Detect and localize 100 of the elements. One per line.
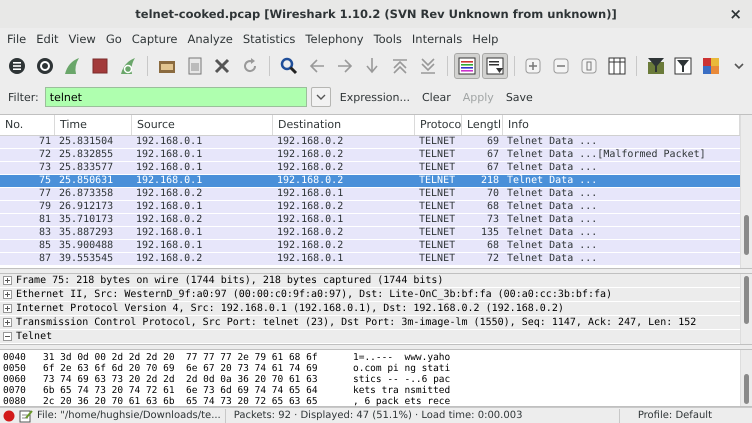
menu-item[interactable]: File: [2, 30, 32, 48]
tree-row[interactable]: Frame 75: 218 bytes on wire (1744 bits), 218 bytes captured (1744 bits): [0, 274, 740, 288]
hex-offset: 0080: [2, 396, 27, 407]
packet-row[interactable]: 85 35.900488 192.168.0.1 192.168.0.2 TELNET 68 Telnet Data ...: [0, 240, 740, 253]
table-cell-text: 192.168.0.1: [135, 149, 204, 161]
menu-item[interactable]: Analyze: [182, 30, 238, 48]
tree-row-text: Telnet: [16, 331, 52, 342]
menu-item[interactable]: Edit: [31, 30, 64, 48]
table-cell-text: 72: [486, 253, 500, 265]
table-cell-text: 87: [38, 253, 52, 265]
table-cell-text: 85: [38, 240, 52, 252]
list-scroll-icon: [484, 56, 505, 76]
column-header[interactable]: Lengtl: [462, 115, 503, 135]
notepad-icon[interactable]: [19, 408, 33, 422]
table-cell-text: 192.168.0.1: [276, 188, 344, 200]
expand-icon[interactable]: [3, 318, 12, 327]
tree-row-text: Ethernet II, Src: WesternD_9f:a0:97 (00:00:c0:9f:a0:97), Dst: Lite-OnC_3b:bf:fa (00:a0:cc:3b:bf:fa): [16, 289, 612, 300]
table-cell-text: 68: [486, 240, 500, 252]
close-button[interactable]: ×: [727, 5, 744, 23]
table-cell-text: 35.900488: [58, 240, 114, 252]
collapse-icon[interactable]: [3, 332, 12, 341]
menu-item[interactable]: Telephony: [300, 30, 369, 48]
menu-item[interactable]: Go: [100, 30, 127, 48]
packet-row[interactable]: 71 25.831504 192.168.0.1 192.168.0.2 TELNET 69 Telnet Data ...: [0, 136, 740, 149]
filter-action-button[interactable]: Save: [502, 88, 536, 106]
hex-bytes: 31 3d 0d 00 2d 2d 2d 20 77 77 77 2e 79 61 68 6f: [43, 352, 319, 363]
table-cell-text: 25.831504: [58, 136, 114, 148]
table-cell-text: 192.168.0.2: [276, 175, 344, 187]
table-cell-text: 70: [486, 188, 500, 200]
tree-row[interactable]: Internet Protocol Version 4, Src: 192.168.0.1 (192.168.0.1), Dst: 192.168.0.2 (192.168.0.2): [0, 302, 740, 316]
table-cell-text: 75: [38, 175, 52, 187]
window-title: telnet-cooked.pcap [Wireshark 1.10.2 (SVN Rev Unknown from unknown)]: [135, 7, 617, 21]
vertical-scrollbar[interactable]: [740, 115, 752, 268]
vertical-scrollbar[interactable]: [740, 350, 752, 406]
table-cell-text: 192.168.0.2: [276, 201, 344, 213]
filter-action-button[interactable]: Expression...: [336, 88, 413, 106]
table-cell-text: 72: [38, 149, 52, 161]
toggle-button[interactable]: [454, 53, 480, 79]
toggle-button[interactable]: [482, 53, 508, 79]
table-cell-text: TELNET: [418, 162, 456, 174]
table-cell-text: TELNET: [418, 201, 456, 213]
column-header[interactable]: Destination: [273, 115, 415, 135]
expand-icon[interactable]: [3, 290, 12, 299]
dropdown-button[interactable]: [310, 87, 331, 107]
packet-row[interactable]: 72 25.832855 192.168.0.1 192.168.0.2 TELNET 67 Telnet Data ...[Malformed Packet]: [0, 149, 740, 162]
table-cell-text: 69: [486, 136, 500, 148]
table-cell-text: 35.710173: [58, 214, 114, 226]
column-header[interactable]: Time: [55, 115, 132, 135]
column-header[interactable]: Protoco: [415, 115, 462, 135]
packet-row[interactable]: 79 26.912173 192.168.0.1 192.168.0.2 TELNET 68 Telnet Data ...: [0, 201, 740, 214]
menu-item[interactable]: Statistics: [238, 30, 300, 48]
filter-field[interactable]: telnet: [44, 87, 307, 107]
table-cell-text: 71: [38, 136, 52, 148]
tree-row[interactable]: Ethernet II, Src: WesternD_9f:a0:97 (00:00:c0:9f:a0:97), Dst: Lite-OnC_3b:bf:fa (00:a0:cc:3b:bf:fa): [0, 288, 740, 302]
tree-row-text: Internet Protocol Version 4, Src: 192.168.0.1 (192.168.0.1), Dst: 192.168.0.2 (192.168.0.2): [16, 303, 564, 314]
menu-item[interactable]: View: [64, 30, 101, 48]
ascii-text: kets tra nsmitted: [353, 385, 450, 396]
table-cell-text: 83: [38, 227, 52, 239]
column-header[interactable]: Source: [132, 115, 273, 135]
hex-offset: 0060: [2, 374, 27, 385]
table-cell-text: 192.168.0.2: [135, 188, 204, 200]
table-cell-text: Telnet Data ...: [506, 240, 598, 252]
table-cell-text: TELNET: [418, 253, 456, 265]
table-cell-text: 73: [486, 214, 500, 226]
table-cell-text: 192.168.0.2: [276, 149, 344, 161]
table-cell-text: 25.832855: [58, 149, 114, 161]
packet-row[interactable]: 81 35.710173 192.168.0.2 192.168.0.1 TELNET 73 Telnet Data ...: [0, 214, 740, 227]
table-cell-text: 68: [486, 201, 500, 213]
file-path-text: File: "/home/hughsie/Downloads/te...: [37, 408, 226, 422]
table-cell-text: Telnet Data ...: [506, 227, 598, 239]
menu-item[interactable]: Help: [467, 30, 504, 48]
menu-item[interactable]: Tools: [368, 30, 407, 48]
table-cell-text: 73: [38, 162, 52, 174]
menu-item[interactable]: Internals: [406, 30, 468, 48]
packet-row[interactable]: 77 26.873358 192.168.0.2 192.168.0.1 TELNET 70 Telnet Data ...: [0, 188, 740, 201]
ascii-text: , 6 pack ets rece: [353, 396, 450, 407]
table-cell-text: 135: [480, 227, 500, 239]
tree-row[interactable]: Transmission Control Protocol, Src Port: telnet (23), Dst Port: 3m-image-lm (1550), Seq: 1147, Ack: 247, Len: 152: [0, 316, 740, 330]
expand-icon[interactable]: [3, 304, 12, 313]
table-cell-text: Telnet Data ...: [506, 136, 598, 148]
ascii-text: stics -- -..6 pac: [353, 374, 450, 385]
table-cell-text: 77: [38, 188, 52, 200]
vertical-scrollbar[interactable]: [740, 274, 752, 344]
filter-action-button[interactable]: Clear: [418, 88, 454, 106]
tree-row-text: Frame 75: 218 bytes on wire (1744 bits), 218 bytes captured (1744 bits): [16, 275, 444, 286]
table-cell-text: 25.833577: [58, 162, 114, 174]
table-cell-text: 192.168.0.1: [135, 227, 204, 239]
packet-row[interactable]: 83 35.887293 192.168.0.1 192.168.0.2 TELNET 135 Telnet Data ...: [0, 227, 740, 240]
packet-row[interactable]: 73 25.833577 192.168.0.1 192.168.0.2 TELNET 67 Telnet Data ...: [0, 162, 740, 175]
packet-row[interactable]: 87 39.553545 192.168.0.2 192.168.0.1 TELNET 72 Telnet Data ...: [0, 253, 740, 266]
table-cell-text: 26.912173: [58, 201, 114, 213]
table-cell-text: Telnet Data ...: [506, 162, 598, 174]
filter-label: Filter:: [8, 90, 39, 104]
tree-row[interactable]: Telnet: [0, 330, 740, 344]
menu-item[interactable]: Capture: [126, 30, 183, 48]
table-cell-text: 25.850631: [58, 175, 114, 187]
table-cell-text: TELNET: [418, 188, 456, 200]
expand-icon[interactable]: [3, 276, 12, 285]
tree-row-text: Transmission Control Protocol, Src Port: telnet (23), Dst Port: 3m-image-lm (1550), Seq: 1147, Ack: 247, Len: 152: [16, 317, 696, 328]
column-header[interactable]: No.: [0, 115, 55, 135]
